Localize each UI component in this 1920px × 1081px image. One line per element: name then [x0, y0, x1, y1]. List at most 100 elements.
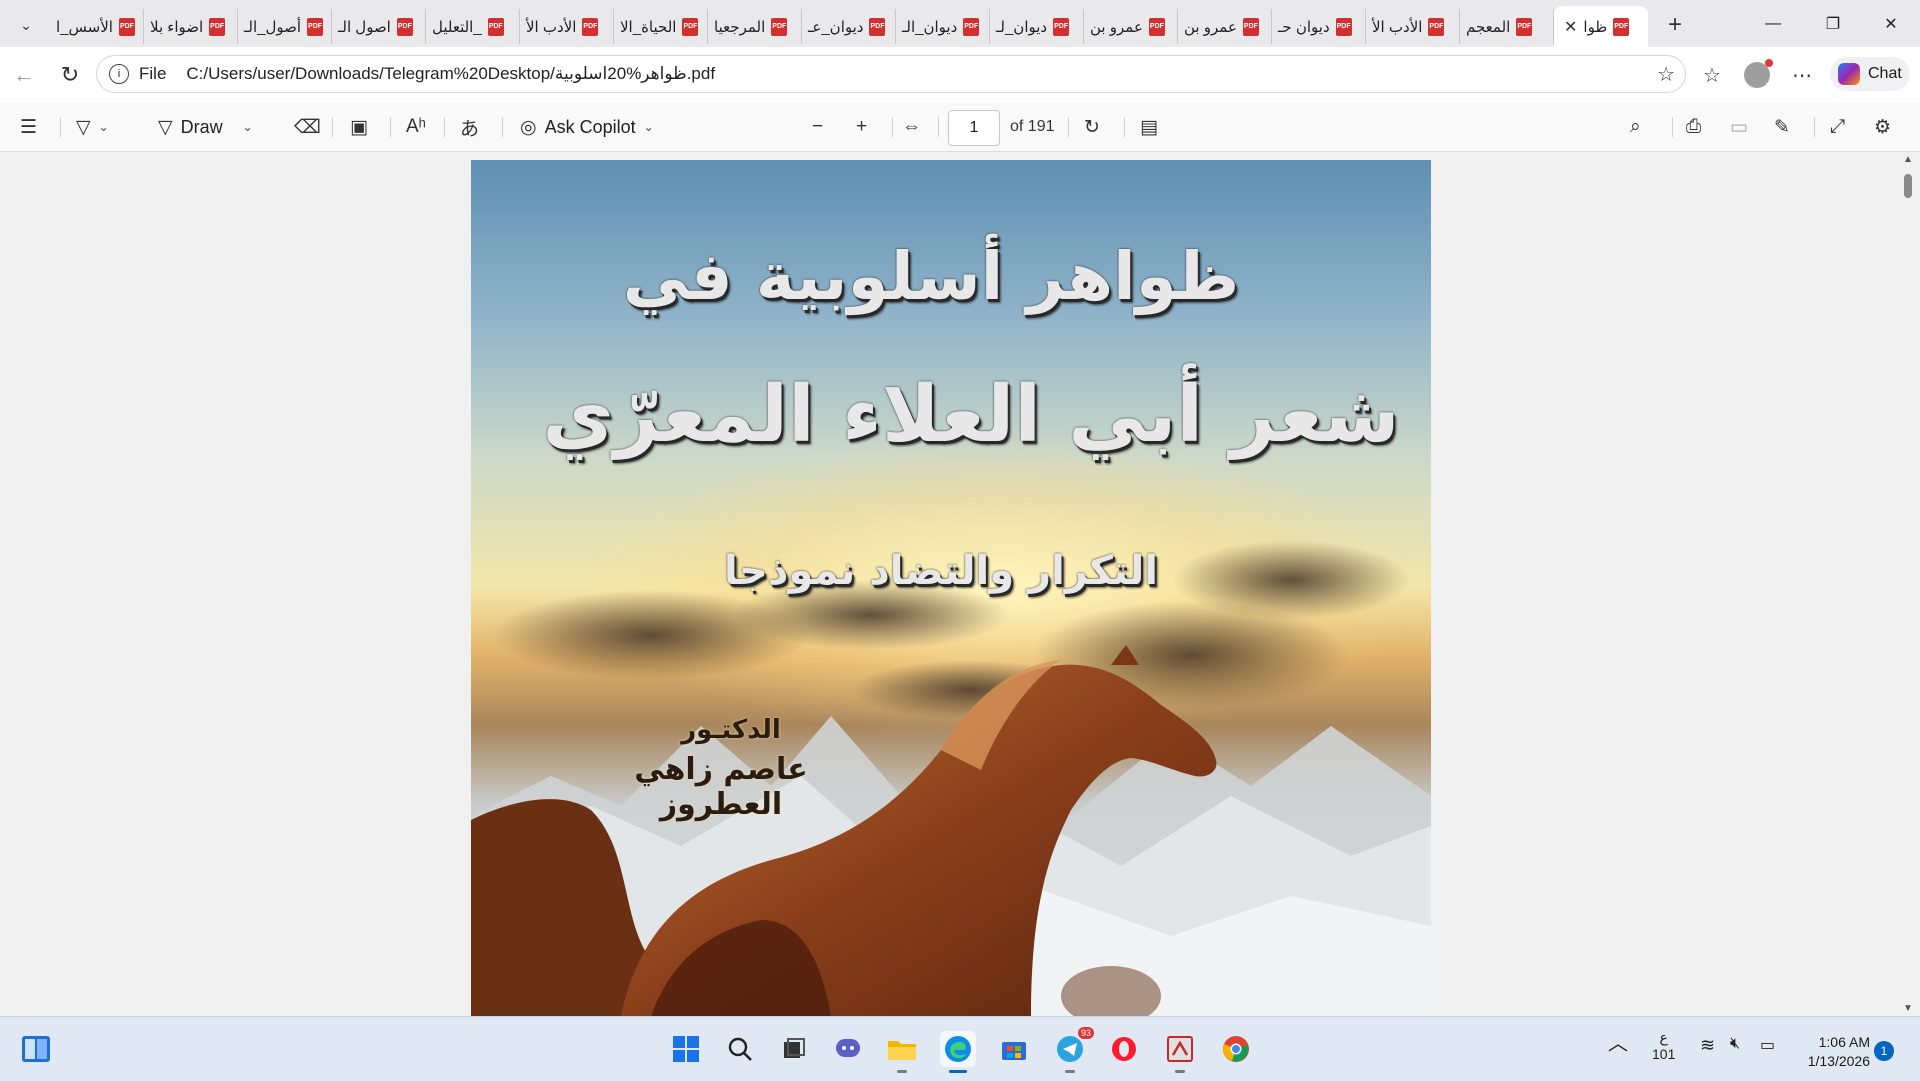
show-hidden-icons-icon[interactable]: ︿	[1608, 1027, 1628, 1056]
tab-title: المرجعيا	[714, 18, 766, 36]
input-language-indicator[interactable]: ع 101	[1652, 1029, 1675, 1063]
widgets-icon[interactable]	[18, 1031, 54, 1067]
chrome-icon[interactable]	[1218, 1031, 1254, 1067]
scroll-down-icon[interactable]: ▼	[1903, 1003, 1913, 1014]
microsoft-store-icon[interactable]	[996, 1031, 1032, 1067]
browser-tab[interactable]: اضواء بلا PDF	[144, 9, 238, 44]
refresh-button[interactable]: ↻	[54, 59, 86, 91]
ask-copilot-button[interactable]: ◎ Ask Copilot ⌄	[520, 111, 654, 143]
expand-icon: ⤢	[1830, 116, 1846, 137]
browser-tab[interactable]: التعليل_ PDF	[426, 9, 520, 44]
close-window-button[interactable]: ✕	[1868, 8, 1914, 40]
back-button[interactable]: ←	[8, 59, 40, 91]
more-menu-icon[interactable]: ⋯	[1786, 59, 1818, 91]
chevron-down-icon[interactable]: ⌄	[99, 120, 109, 134]
url-text[interactable]: C:/Users/user/Downloads/Telegram%20Deskt…	[186, 64, 715, 84]
browser-tab[interactable]: ديوان حـ PDF	[1272, 9, 1366, 44]
chevron-down-icon[interactable]: ⌄	[644, 120, 654, 134]
document-viewer[interactable]: ظواهر أسلوبية في شعر أبي العلاء المعرّي …	[0, 152, 1920, 1016]
highlight-button[interactable]: ▽ ⌄	[76, 111, 109, 143]
tab-title: الأدب الأ	[526, 18, 577, 36]
avatar	[1744, 59, 1773, 88]
zoom-in-button[interactable]: +	[856, 111, 867, 143]
vertical-scrollbar[interactable]: ▲ ▼	[1896, 152, 1920, 1016]
pdf-file-icon: PDF	[869, 17, 886, 36]
scrollbar-thumb[interactable]	[1904, 174, 1912, 198]
telegram-icon[interactable]: 93	[1052, 1027, 1094, 1073]
chat-label: Chat	[1868, 65, 1902, 82]
pdf-file-icon: PDF	[582, 17, 599, 36]
zoom-out-button[interactable]: −	[812, 111, 823, 143]
pdf-app-icon[interactable]	[1162, 1031, 1198, 1073]
minimize-button[interactable]: —	[1750, 8, 1796, 40]
notification-badge[interactable]: 1	[1874, 1041, 1894, 1061]
browser-tab[interactable]: الأدب الأ PDF	[520, 9, 614, 44]
page-view-button[interactable]: ▤	[1140, 111, 1158, 143]
browser-tab[interactable]: عمرو بن PDF	[1178, 9, 1272, 44]
read-aloud-button[interactable]: Aʰ	[406, 111, 426, 143]
fit-to-width-button[interactable]: ⇔	[902, 111, 921, 143]
browser-tab[interactable]: ديوان_عـ PDF	[802, 9, 896, 44]
scroll-up-icon[interactable]: ▲	[1903, 154, 1913, 165]
task-view-icon[interactable]	[776, 1031, 812, 1067]
browser-tab[interactable]: ديوان_لـ PDF	[990, 9, 1084, 44]
chevron-down-icon[interactable]: ⌄	[243, 120, 253, 134]
wifi-icon[interactable]: ≋	[1700, 1035, 1715, 1056]
pdf-file-icon: PDF	[963, 17, 980, 36]
print-button[interactable]: ⎙	[1686, 111, 1701, 143]
save-button[interactable]: ▭	[1730, 111, 1748, 143]
settings-button[interactable]: ⚙	[1874, 111, 1891, 143]
pdf-file-icon: PDF	[682, 17, 699, 36]
browser-tab[interactable]: اصول الـ PDF	[332, 9, 426, 44]
tab-actions-menu-button[interactable]: ⌄	[10, 9, 42, 41]
text-box-icon: ▣	[350, 116, 368, 138]
read-aloud-icon: Aʰ	[406, 116, 426, 137]
browser-tab[interactable]: ديوان_الـ PDF	[896, 9, 990, 44]
restore-button[interactable]: ❐	[1810, 8, 1856, 40]
address-bar[interactable]: i File C:/Users/user/Downloads/Telegram%…	[96, 55, 1686, 93]
teams-chat-icon[interactable]	[830, 1031, 866, 1067]
draw-button[interactable]: ▽ Draw ⌄	[158, 111, 253, 143]
browser-tab[interactable]: المعجم PDF	[1460, 9, 1554, 44]
browser-tab[interactable]: الحياة_الا PDF	[614, 9, 708, 44]
tab-title: ديوان_الـ	[902, 18, 958, 36]
browser-tab[interactable]: ✕ ظوا PDF	[1554, 6, 1648, 47]
close-tab-icon[interactable]: ✕	[1564, 17, 1577, 37]
add-text-button[interactable]: ▣	[350, 111, 368, 143]
contents-button[interactable]: ☰	[20, 111, 37, 143]
page-number-input[interactable]: 1	[948, 110, 1000, 146]
tab-title: التعليل_	[432, 18, 482, 36]
plus-icon: +	[856, 116, 868, 137]
browser-tab[interactable]: الأدب الأ PDF	[1366, 9, 1460, 44]
new-tab-button[interactable]: +	[1659, 9, 1691, 41]
ime-bottom-label: 101	[1652, 1046, 1676, 1062]
tab-title: الحياة_الا	[620, 18, 677, 36]
favorite-star-icon[interactable]: ☆	[1657, 62, 1675, 87]
browser-tab[interactable]: أصول_الـ PDF	[238, 9, 332, 44]
rotate-button[interactable]: ↻	[1084, 111, 1100, 143]
site-info-icon[interactable]: i	[109, 64, 129, 84]
file-explorer-icon[interactable]	[884, 1031, 920, 1073]
erase-button[interactable]: ⌫	[294, 111, 321, 143]
start-button[interactable]	[668, 1031, 704, 1067]
speaker-muted-icon[interactable]: 🔇︎	[1730, 1035, 1740, 1053]
fullscreen-button[interactable]: ⤢	[1830, 111, 1845, 143]
battery-icon[interactable]: ▭	[1760, 1035, 1775, 1055]
browser-tab[interactable]: عمرو بن PDF	[1084, 9, 1178, 44]
opera-icon[interactable]	[1106, 1031, 1142, 1067]
save-as-icon: ✎	[1774, 116, 1790, 138]
profile-button[interactable]	[1741, 59, 1773, 91]
save-as-button[interactable]: ✎	[1774, 111, 1790, 143]
search-icon[interactable]	[722, 1031, 758, 1067]
favorites-icon[interactable]: ☆	[1696, 59, 1728, 91]
translate-button[interactable]: あ	[460, 111, 479, 143]
browser-tab[interactable]: الأسس_ا PDF	[50, 9, 144, 44]
search-button[interactable]: ⌕	[1630, 111, 1641, 143]
scheme-label: File	[139, 64, 167, 83]
edge-browser-icon[interactable]	[940, 1031, 976, 1073]
clock[interactable]: 1:06 AM 1/13/2026	[1790, 1033, 1870, 1071]
browser-tab[interactable]: المرجعيا PDF	[708, 9, 802, 44]
pdf-file-icon: PDF	[1428, 17, 1445, 36]
pdf-file-icon: PDF	[771, 17, 788, 36]
copilot-chat-button[interactable]: Chat	[1830, 57, 1910, 91]
